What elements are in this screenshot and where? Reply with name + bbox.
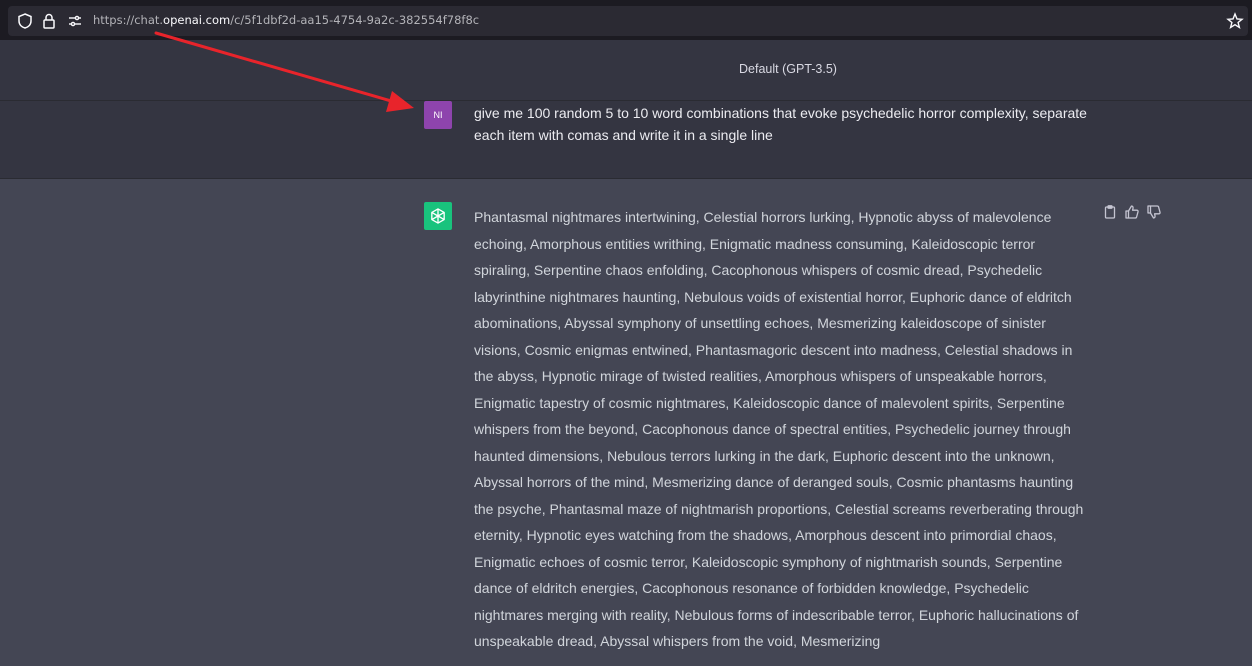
- thumbs-up-icon[interactable]: [1124, 204, 1140, 220]
- lock-icon[interactable]: [40, 12, 58, 30]
- url-prefix: https://chat.: [93, 13, 164, 27]
- message-actions: [1102, 204, 1162, 220]
- browser-toolbar: https://chat.openai.com/c/5f1dbf2d-aa15-…: [0, 0, 1252, 40]
- user-message-text: give me 100 random 5 to 10 word combinat…: [474, 105, 1087, 143]
- assistant-message: Phantasmal nightmares intertwining, Cele…: [0, 179, 1252, 666]
- shield-icon[interactable]: [16, 12, 34, 30]
- bookmark-star-icon[interactable]: [1226, 12, 1244, 30]
- thumbs-down-icon[interactable]: [1146, 204, 1162, 220]
- user-message: NI give me 100 random 5 to 10 word combi…: [0, 101, 1252, 179]
- user-avatar: NI: [424, 101, 452, 129]
- permissions-icon[interactable]: [66, 12, 84, 30]
- url-domain: openai.com: [163, 13, 231, 27]
- assistant-message-text: Phantasmal nightmares intertwining, Cele…: [474, 209, 1084, 649]
- model-label: Default (GPT-3.5): [739, 62, 837, 76]
- openai-logo-icon: [424, 202, 452, 230]
- clipboard-icon[interactable]: [1102, 204, 1118, 220]
- url-path: /c/5f1dbf2d-aa15-4754-9a2c-382554f78f8c: [230, 13, 480, 27]
- address-bar[interactable]: https://chat.openai.com/c/5f1dbf2d-aa15-…: [8, 6, 1248, 36]
- url-text[interactable]: https://chat.openai.com/c/5f1dbf2d-aa15-…: [93, 13, 479, 27]
- model-header: Default (GPT-3.5): [0, 40, 1252, 101]
